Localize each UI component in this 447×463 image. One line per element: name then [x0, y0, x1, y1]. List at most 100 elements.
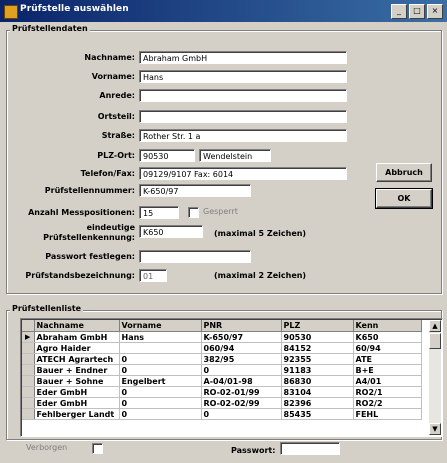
kennung-label-line2: Prüfstellenkennung:	[43, 233, 135, 242]
cell-plz[interactable]: 85435	[281, 408, 354, 420]
ortsteil-label: Ortsteil:	[97, 112, 135, 121]
cell-kenn[interactable]: K650	[353, 331, 422, 343]
title-bar[interactable]: Prüfstelle auswählen _ □ ×	[0, 0, 447, 22]
pruefstand-label: Prüfstandsbezeichnung:	[25, 271, 135, 280]
cell-nachname[interactable]: Eder GmbH	[34, 397, 120, 409]
cell-plz[interactable]: 83104	[281, 386, 354, 398]
cell-plz[interactable]: 91183	[281, 364, 354, 376]
cell-nachname[interactable]: Abraham GmbH	[34, 331, 120, 343]
kennung-field[interactable]: K650	[139, 225, 203, 238]
column-header-vorname[interactable]: Vorname	[119, 320, 202, 332]
cell-pnr[interactable]: RO-02-01/99	[201, 386, 282, 398]
cell-vorname[interactable]: Hans	[119, 331, 202, 343]
table-row[interactable]: Fehlberger Landt 0 0 85435 FEHL	[22, 408, 422, 420]
messpositionen-label: Anzahl Messpositionen:	[28, 208, 135, 217]
footer-passwort-label: Passwort:	[231, 446, 276, 455]
pruefstand-field[interactable]: 01	[139, 269, 167, 282]
scroll-up-arrow-icon[interactable]: ▲	[429, 320, 441, 332]
column-header-kenn[interactable]: Kenn	[353, 320, 422, 332]
anrede-field[interactable]	[139, 89, 347, 102]
ort-field[interactable]: Wendelstein	[199, 149, 271, 162]
cell-vorname[interactable]: 0	[119, 353, 202, 365]
scroll-down-arrow-icon[interactable]: ▼	[429, 423, 441, 435]
ortsteil-field[interactable]	[139, 110, 347, 123]
row-indicator	[22, 408, 35, 420]
plz-field[interactable]: 90530	[139, 149, 195, 162]
verborgen-label: Verborgen	[26, 443, 68, 452]
verborgen-checkbox[interactable]	[92, 443, 103, 454]
cell-plz[interactable]: 92355	[281, 353, 354, 365]
cell-kenn[interactable]: A4/01	[353, 375, 422, 387]
cell-vorname[interactable]	[119, 342, 202, 354]
cell-plz[interactable]: 86830	[281, 375, 354, 387]
footer-passwort-field[interactable]	[280, 442, 340, 455]
cell-pnr[interactable]: 0	[201, 408, 282, 420]
cell-vorname[interactable]: 0	[119, 397, 202, 409]
cell-pnr[interactable]: A-04/01-98	[201, 375, 282, 387]
cell-kenn[interactable]: ATE	[353, 353, 422, 365]
cell-vorname[interactable]: 0	[119, 386, 202, 398]
pruefstellennummer-field[interactable]: K-650/97	[139, 184, 251, 197]
strasse-field[interactable]: Rother Str. 1 a	[139, 129, 347, 142]
cell-plz[interactable]: 84152	[281, 342, 354, 354]
passwort-festlegen-field[interactable]	[139, 250, 251, 263]
pruefstand-hint: (maximal 2 Zeichen)	[214, 271, 307, 280]
cell-nachname[interactable]: Bauer + Endner	[34, 364, 120, 376]
window-controls: _ □ ×	[391, 4, 443, 19]
table-row[interactable]: Agro Haider 060/94 84152 60/94	[22, 342, 422, 354]
cell-kenn[interactable]: FEHL	[353, 408, 422, 420]
nachname-field[interactable]: Abraham GmbH	[139, 51, 347, 64]
table-scrollbar[interactable]: ▲ ▼	[429, 320, 441, 435]
cell-kenn[interactable]: B+E	[353, 364, 422, 376]
row-indicator-header	[22, 320, 35, 332]
app-icon	[4, 5, 18, 19]
cell-vorname[interactable]: 0	[119, 408, 202, 420]
ok-button[interactable]: OK	[375, 188, 433, 209]
row-indicator	[22, 397, 35, 409]
table-row[interactable]: Bauer + Endner 0 0 91183 B+E	[22, 364, 422, 376]
table-row[interactable]: Eder GmbH 0 RO-02-01/99 83104 RO2/1	[22, 386, 422, 398]
table-row[interactable]: Bauer + Sohne Engelbert A-04/01-98 86830…	[22, 375, 422, 387]
list-group-title: Prüfstellenliste	[10, 304, 84, 313]
vorname-field[interactable]: Hans	[139, 70, 347, 83]
cell-plz[interactable]: 82396	[281, 397, 354, 409]
maximize-button[interactable]: □	[409, 4, 425, 19]
column-header-pnr[interactable]: PNR	[201, 320, 282, 332]
cell-pnr[interactable]: 382/95	[201, 353, 282, 365]
vorname-label: Vorname:	[91, 72, 135, 81]
anrede-label: Anrede:	[99, 91, 135, 100]
cell-pnr[interactable]: K-650/97	[201, 331, 282, 343]
telefon-fax-field[interactable]: 09129/9107 Fax: 6014	[139, 167, 347, 180]
column-header-plz[interactable]: PLZ	[281, 320, 354, 332]
pruefstellen-table[interactable]: Nachname Vorname PNR PLZ Kenn ▶ Abraham …	[20, 318, 443, 437]
cell-kenn[interactable]: RO2/2	[353, 397, 422, 409]
cell-nachname[interactable]: Eder GmbH	[34, 386, 120, 398]
kennung-hint: (maximal 5 Zeichen)	[214, 229, 307, 238]
cell-nachname[interactable]: Fehlberger Landt	[34, 408, 120, 420]
cell-vorname[interactable]: 0	[119, 364, 202, 376]
cell-kenn[interactable]: RO2/1	[353, 386, 422, 398]
cell-pnr[interactable]: 060/94	[201, 342, 282, 354]
cell-nachname[interactable]: ATECH Agrartech	[34, 353, 120, 365]
cell-pnr[interactable]: 0	[201, 364, 282, 376]
cell-nachname[interactable]: Agro Haider	[34, 342, 120, 354]
minimize-button[interactable]: _	[391, 4, 407, 19]
abbruch-button[interactable]: Abbruch	[376, 163, 432, 182]
table-row[interactable]: ▶ Abraham GmbH Hans K-650/97 90530 K650	[22, 331, 422, 343]
cell-pnr[interactable]: RO-02-02/99	[201, 397, 282, 409]
cell-vorname[interactable]: Engelbert	[119, 375, 202, 387]
close-button[interactable]: ×	[427, 4, 443, 19]
telefon-fax-label: Telefon/Fax:	[80, 169, 135, 178]
table-row[interactable]: Eder GmbH 0 RO-02-02/99 82396 RO2/2	[22, 397, 422, 409]
gesperrt-checkbox[interactable]	[188, 207, 199, 218]
cell-kenn[interactable]: 60/94	[353, 342, 422, 354]
window-title: Prüfstelle auswählen	[20, 4, 129, 14]
cell-nachname[interactable]: Bauer + Sohne	[34, 375, 120, 387]
scroll-thumb[interactable]	[429, 333, 441, 349]
gesperrt-label: Gesperrt	[203, 207, 238, 216]
messpositionen-field[interactable]: 15	[139, 206, 179, 219]
column-header-nachname[interactable]: Nachname	[34, 320, 120, 332]
table-row[interactable]: ATECH Agrartech 0 382/95 92355 ATE	[22, 353, 422, 365]
nachname-label: Nachname:	[84, 53, 135, 62]
cell-plz[interactable]: 90530	[281, 331, 354, 343]
